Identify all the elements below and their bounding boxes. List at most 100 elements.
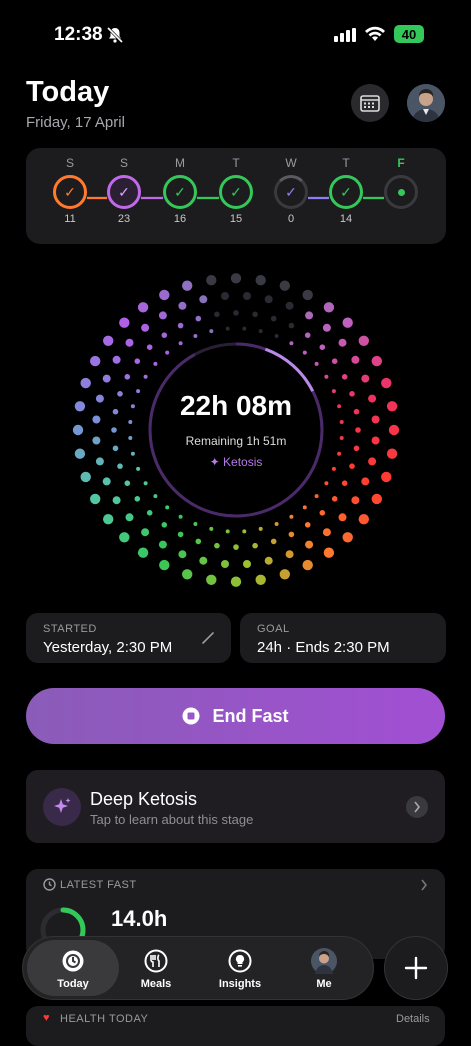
week-day-count: 15 bbox=[229, 213, 243, 225]
ring-dot bbox=[124, 480, 131, 486]
check-icon: ✓ bbox=[219, 175, 253, 209]
goal-caption: GOAL bbox=[257, 623, 290, 635]
plus-icon bbox=[404, 956, 428, 980]
week-day[interactable]: M ✓ 16 bbox=[160, 156, 200, 227]
week-day[interactable]: S ✓ 11 bbox=[50, 156, 90, 227]
ring-dot bbox=[214, 311, 220, 318]
week-progress-strip: S ✓ 11 S ✓ 23 M ✓ 16 T ✓ 15 W ✓ 0 T ✓ 14 F bbox=[26, 148, 446, 244]
profile-avatar[interactable] bbox=[407, 84, 445, 122]
ring-dot bbox=[289, 341, 294, 346]
ring-dot bbox=[159, 289, 170, 301]
progress-highlight bbox=[148, 342, 324, 518]
week-day[interactable]: S ✓ 23 bbox=[104, 156, 144, 227]
ring-dot bbox=[351, 355, 360, 364]
ring-dot bbox=[381, 471, 392, 483]
ring-dot bbox=[255, 574, 266, 585]
ring-dot bbox=[178, 550, 187, 559]
week-day[interactable]: W ✓ 0 bbox=[271, 156, 311, 227]
cellular-signal-icon bbox=[334, 28, 356, 42]
goal-card[interactable]: GOAL 24h · Ends 2:30 PM bbox=[240, 613, 446, 663]
ring-dot bbox=[161, 522, 168, 528]
ring-dot bbox=[178, 301, 187, 310]
ring-dot bbox=[288, 531, 295, 538]
ring-dot bbox=[103, 514, 114, 525]
week-day-letter: T bbox=[232, 156, 240, 170]
check-icon: ✓ bbox=[163, 175, 197, 209]
ring-dot bbox=[141, 323, 150, 332]
ring-dot bbox=[305, 540, 314, 549]
stage-chevron-button[interactable] bbox=[406, 796, 428, 818]
ring-dot bbox=[270, 315, 277, 322]
timer-stage-label: Ketosis bbox=[223, 455, 263, 469]
tab-me[interactable]: Me bbox=[279, 940, 369, 996]
check-icon: ✓ bbox=[274, 175, 308, 209]
health-today-card[interactable]: ♥ HEALTH TODAY Details bbox=[26, 1006, 445, 1046]
week-day[interactable]: T ✓ 15 bbox=[216, 156, 256, 227]
ring-dot bbox=[143, 481, 148, 486]
ring-dot bbox=[322, 528, 331, 537]
ring-dot bbox=[230, 273, 242, 284]
ring-dot bbox=[177, 531, 184, 538]
ring-dot bbox=[381, 377, 392, 389]
timer-stage: ✦ Ketosis bbox=[66, 455, 406, 469]
end-fast-button[interactable]: End Fast bbox=[26, 688, 445, 744]
ring-dot bbox=[361, 374, 370, 383]
stage-subtitle: Tap to learn about this stage bbox=[90, 812, 254, 827]
check-icon: ✓ bbox=[53, 175, 87, 209]
ring-dot bbox=[153, 494, 158, 499]
ring-dot bbox=[371, 493, 382, 505]
fasting-dot-ring bbox=[72, 273, 400, 587]
edit-pencil-icon[interactable] bbox=[201, 631, 215, 645]
add-button[interactable] bbox=[384, 936, 448, 1000]
calendar-button[interactable] bbox=[351, 84, 389, 122]
ring-dot bbox=[209, 329, 214, 334]
ring-dot bbox=[274, 522, 279, 526]
week-day[interactable]: F bbox=[381, 156, 421, 227]
ring-dot bbox=[111, 427, 117, 433]
ring-dot bbox=[341, 480, 348, 486]
timer-elapsed: 22h 08m bbox=[179, 390, 293, 421]
avatar bbox=[311, 948, 337, 974]
ring-dot bbox=[90, 493, 101, 505]
ring-dot bbox=[137, 547, 149, 558]
fasting-timer-ring[interactable]: 22h 08m Remaining 1h 51m ✦ Ketosis bbox=[66, 272, 406, 592]
today-dot-icon bbox=[384, 175, 418, 209]
ring-dot bbox=[302, 559, 313, 571]
ring-dot bbox=[195, 538, 202, 545]
tab-meals[interactable]: Meals bbox=[111, 940, 201, 996]
ring-dot bbox=[141, 528, 150, 537]
started-card[interactable]: STARTED Yesterday, 2:30 PM bbox=[26, 613, 231, 663]
ring-dot bbox=[252, 542, 258, 549]
ring-dot bbox=[80, 471, 91, 483]
ring-dot bbox=[285, 301, 294, 310]
page-date: Friday, 17 April bbox=[26, 114, 125, 131]
ring-dot bbox=[324, 481, 329, 486]
ring-dot bbox=[331, 496, 338, 502]
ring-dot bbox=[195, 315, 202, 322]
ring-dot bbox=[242, 529, 247, 534]
health-details-link[interactable]: Details bbox=[396, 1013, 430, 1025]
bell-muted-icon bbox=[106, 26, 124, 44]
tab-insights[interactable]: Insights bbox=[195, 940, 285, 996]
latest-fast-value: 14.0h bbox=[111, 906, 168, 931]
ring-dot bbox=[102, 477, 111, 486]
ring-dot bbox=[302, 289, 313, 301]
ring-dot bbox=[193, 522, 198, 526]
ring-dot bbox=[264, 556, 273, 565]
sparkle-icon: ✦ bbox=[209, 455, 224, 469]
ring-dot bbox=[225, 529, 230, 534]
ring-dot bbox=[319, 344, 326, 350]
ring-dot bbox=[322, 323, 331, 332]
history-clock-icon bbox=[43, 878, 56, 891]
ring-dot bbox=[279, 569, 290, 580]
week-day[interactable]: T ✓ 14 bbox=[326, 156, 366, 227]
ring-dot bbox=[102, 374, 111, 383]
ring-dot bbox=[264, 295, 273, 304]
ring-dot bbox=[206, 275, 217, 286]
ring-dot bbox=[225, 326, 230, 331]
ring-dot bbox=[230, 576, 242, 587]
ring-dot bbox=[342, 317, 353, 328]
ring-dot bbox=[302, 505, 307, 510]
tab-today[interactable]: Today bbox=[27, 940, 119, 996]
stage-card[interactable]: Deep Ketosis Tap to learn about this sta… bbox=[26, 770, 445, 843]
